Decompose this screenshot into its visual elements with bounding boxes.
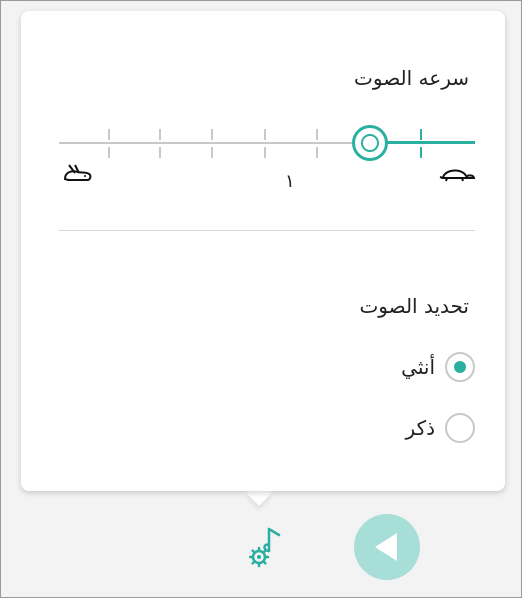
slider-tick <box>159 147 161 158</box>
speed-section-title: سرعه الصوت <box>354 66 469 90</box>
radio-button-female[interactable] <box>445 352 475 382</box>
slider-tick <box>420 129 422 140</box>
voice-section-title: تحديد الصوت <box>359 294 469 318</box>
voice-option-label: ذكر <box>405 416 435 440</box>
voice-option-label: أنثي <box>401 355 435 379</box>
play-icon <box>375 533 397 561</box>
slider-tick <box>211 129 213 140</box>
voice-option-female[interactable]: أنثي <box>401 352 475 382</box>
play-button[interactable] <box>354 514 420 580</box>
slider-tick <box>108 147 110 158</box>
slider-tick <box>316 129 318 140</box>
hare-icon <box>61 163 95 187</box>
slider-tick <box>211 147 213 158</box>
slider-thumb[interactable] <box>352 125 388 161</box>
voice-settings-icon[interactable] <box>248 525 289 569</box>
slider-tick <box>264 129 266 140</box>
section-divider <box>59 230 475 231</box>
turtle-icon <box>437 163 477 187</box>
speed-slider[interactable] <box>59 119 475 167</box>
radio-button-male[interactable] <box>445 413 475 443</box>
voice-option-male[interactable]: ذكر <box>406 413 475 443</box>
slider-tick-label: ١ <box>285 171 295 192</box>
slider-tick <box>316 147 318 158</box>
slider-track <box>59 142 369 144</box>
slider-tick <box>159 129 161 140</box>
slider-tick <box>108 129 110 140</box>
voice-settings-popover: سرعه الصوت ١ تحديد الصوت أنثي ذكر <box>21 11 505 491</box>
slider-tick <box>264 147 266 158</box>
slider-tick <box>420 147 422 158</box>
window-frame: سرعه الصوت ١ تحديد الصوت أنثي ذكر <box>0 0 522 598</box>
